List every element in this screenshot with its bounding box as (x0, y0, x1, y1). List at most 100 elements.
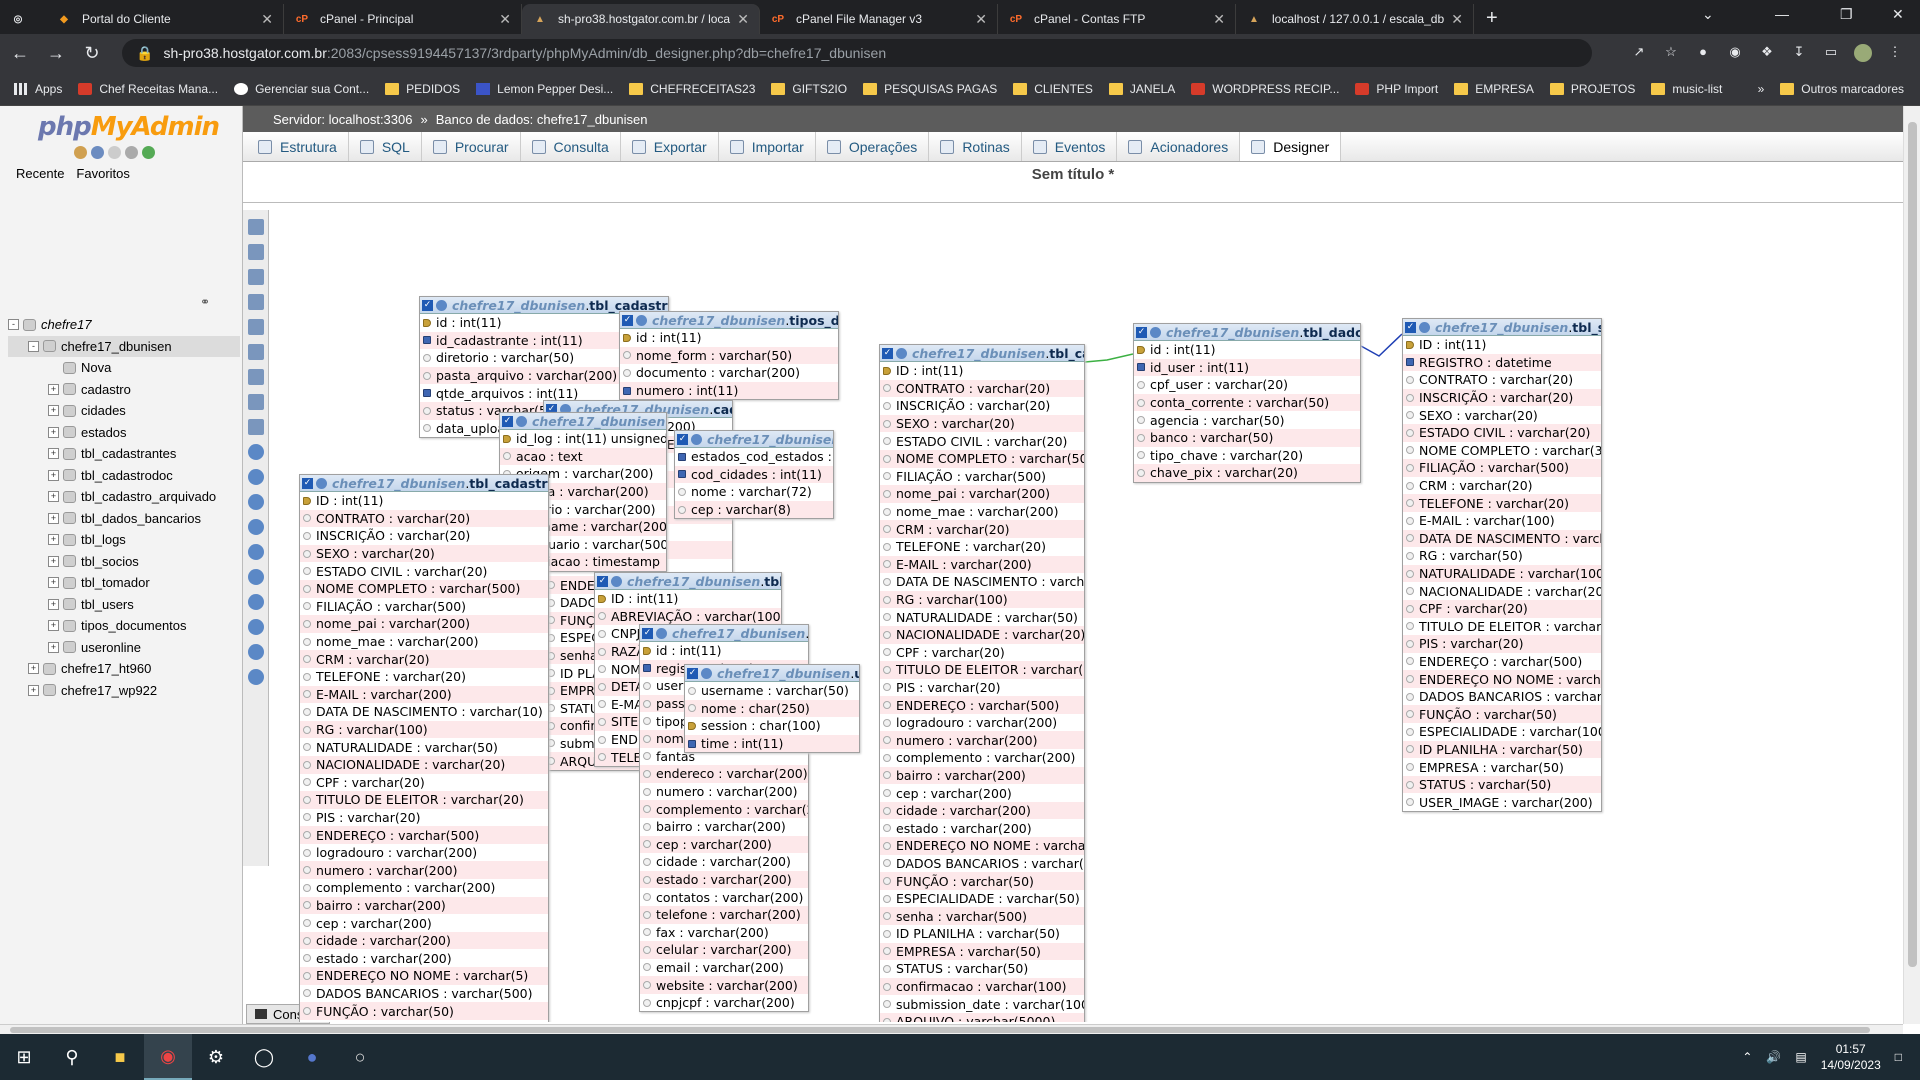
download-icon[interactable]: ↧ (1790, 44, 1808, 62)
table-column[interactable]: ID PLANILHA : varchar(50) (1403, 740, 1601, 759)
table-column[interactable]: nome_form : varchar(50) (620, 346, 838, 365)
expand-icon[interactable]: + (48, 641, 59, 653)
tab-search-icon[interactable]: ⌄ (1702, 6, 1714, 23)
tree-database-node[interactable]: - chefre17_dbunisen (8, 335, 240, 357)
table-column[interactable]: NATURALIDADE : varchar(100) (1403, 564, 1601, 583)
table-column[interactable]: ARQUIVO : varchar(5000) (880, 1012, 1084, 1022)
table-column[interactable]: NACIONALIDADE : varchar(20) (880, 625, 1084, 644)
table-column[interactable]: estado : varchar(200) (640, 870, 808, 889)
table-column[interactable]: DATA DE NASCIMENTO : varchar(10) (300, 703, 548, 721)
table-column[interactable]: telefone : varchar(200) (640, 905, 808, 924)
table-column[interactable]: ABREVIAÇÃO : varchar(100) (595, 607, 781, 626)
tab-estrutura[interactable]: Estrutura (247, 132, 349, 161)
tree-table-tbl_cadastrantes[interactable]: + tbl_cadastrantes (8, 443, 240, 465)
table-column[interactable]: CPF : varchar(20) (1403, 599, 1601, 618)
expand-icon[interactable]: + (48, 577, 59, 589)
table-column[interactable]: DADOS BANCARIOS : varchar(500) (880, 854, 1084, 873)
table-column[interactable]: estados_cod_estados : int(11) (675, 448, 833, 466)
new-tab-button[interactable]: + (1474, 7, 1510, 34)
delete-page-icon[interactable] (247, 319, 264, 335)
designer-table-tbl_cadastrantes[interactable]: ✓chefre17_dbunisen.tbl_cadastrantesID : … (879, 344, 1085, 1022)
link-icon[interactable]: ⚭ (200, 295, 210, 309)
table-column[interactable]: SEXO : varchar(20) (1403, 406, 1601, 424)
table-column[interactable]: conta_corrente : varchar(50) (1134, 393, 1360, 412)
table-column[interactable]: FUNÇÃO : varchar(50) (880, 872, 1084, 890)
toggle-checkbox-icon[interactable]: ✓ (642, 627, 653, 639)
expand-icon[interactable]: + (48, 620, 59, 632)
search-icon[interactable]: ⚲ (48, 1034, 96, 1080)
table-column[interactable]: INSCRIÇÃO : varchar(20) (880, 397, 1084, 415)
table-column[interactable]: cidade : varchar(200) (300, 931, 548, 950)
table-column[interactable]: DADOS BANCARIOS : varchar(500) (300, 984, 548, 1003)
table-column[interactable]: FILIAÇÃO : varchar(500) (300, 597, 548, 616)
table-column[interactable]: cep : varchar(200) (300, 914, 548, 932)
collapse-icon[interactable]: - (28, 340, 39, 352)
table-column[interactable]: FILIAÇÃO : varchar(500) (880, 467, 1084, 486)
table-column[interactable]: nome : char(250) (685, 699, 859, 718)
table-column[interactable]: ID PLANILHA : varchar(50) (880, 925, 1084, 943)
table-column[interactable]: EMPRESA : varchar(50) (880, 942, 1084, 961)
table-column[interactable]: banco : varchar(50) (1134, 428, 1360, 447)
build-query-icon[interactable] (247, 619, 264, 635)
table-column[interactable]: TELEFONE : varchar(20) (300, 667, 548, 686)
table-column[interactable]: SEXO : varchar(20) (300, 544, 548, 563)
table-column[interactable]: INSCRIÇÃO : varchar(20) (300, 527, 548, 545)
star-icon[interactable]: ☆ (1662, 44, 1680, 62)
table-column[interactable]: CPF : varchar(20) (300, 773, 548, 792)
table-column[interactable]: RG : varchar(50) (1403, 547, 1601, 565)
table-column[interactable]: acao : text (500, 447, 666, 466)
table-header[interactable]: ✓chefre17_dbunisen.tbl_logs (500, 413, 666, 430)
close-window-icon[interactable]: ✕ (1892, 6, 1904, 23)
expand-icon[interactable]: + (48, 448, 59, 460)
table-column[interactable]: TITULO DE ELEITOR : varchar(20) (880, 661, 1084, 679)
bookmark-item[interactable]: Gerenciar sua Cont... (234, 82, 369, 96)
back-icon[interactable]: ← (4, 43, 36, 64)
table-column[interactable]: USER_IMAGE : varchar(200) (1403, 793, 1601, 812)
file-explorer-icon[interactable]: ■ (96, 1034, 144, 1080)
steam-icon[interactable]: ⚙ (192, 1034, 240, 1080)
bookmark-item[interactable]: CHEFRECEITAS23 (629, 82, 755, 96)
table-column[interactable]: cep : varchar(200) (640, 835, 808, 854)
table-column[interactable]: email : varchar(200) (640, 958, 808, 977)
expand-icon[interactable]: + (48, 469, 59, 481)
table-column[interactable]: bairro : varchar(200) (640, 817, 808, 836)
table-column[interactable]: cnpjcpf : varchar(200) (640, 993, 808, 1012)
table-column[interactable]: ENDEREÇO NO NOME : varchar(5) (1403, 670, 1601, 688)
bookmark-item[interactable]: Lemon Pepper Desi... (476, 82, 613, 96)
table-column[interactable]: NACIONALIDADE : varchar(20) (300, 755, 548, 774)
table-column[interactable]: DADOS BANCARIOS : varchar(500) (1403, 687, 1601, 706)
app-icon[interactable]: ● (288, 1034, 336, 1080)
vertical-scrollbar[interactable] (1903, 106, 1920, 1024)
browser-tab[interactable]: ▲ localhost / 127.0.0.1 / escala_db / ✕ (1236, 4, 1474, 34)
table-column[interactable]: ESPECIALIDADE : varchar(50) (880, 889, 1084, 908)
reload-icon[interactable]: ↻ (76, 43, 108, 64)
toggle-checkbox-icon[interactable]: ✓ (502, 415, 513, 427)
tree-table-useronline[interactable]: + useronline (8, 637, 240, 659)
tree-server-node[interactable]: - chefre17 (8, 314, 240, 336)
expand-icon[interactable]: + (28, 663, 39, 675)
bookmark-item[interactable]: PEDIDOS (385, 82, 460, 96)
table-column[interactable]: ID : int(11) (595, 590, 781, 608)
table-column[interactable]: chave_pix : varchar(20) (1134, 464, 1360, 482)
app-icon[interactable]: ◯ (240, 1034, 288, 1080)
table-column[interactable]: CONTRATO : varchar(20) (880, 379, 1084, 398)
menu-icon[interactable]: ⋮ (1886, 44, 1904, 62)
close-icon[interactable]: ✕ (737, 11, 749, 28)
table-column[interactable]: PIS : varchar(20) (300, 808, 548, 827)
designer-table-tbl_dados_bancarios[interactable]: ✓chefre17_dbunisen.tbl_dados_bancariosid… (1133, 323, 1361, 483)
table-header[interactable]: ✓chefre17_dbunisen.tbl_cadastrantes (880, 345, 1084, 362)
expand-icon[interactable]: + (48, 405, 59, 417)
table-column[interactable]: cod_cidades : int(11) (675, 465, 833, 484)
table-column[interactable]: ESTADO CIVIL : varchar(20) (300, 562, 548, 580)
tab-rotinas[interactable]: Rotinas (929, 132, 1022, 161)
bookmark-item[interactable]: PHP Import (1355, 82, 1438, 96)
table-column[interactable]: logradouro : varchar(200) (300, 843, 548, 862)
start-icon[interactable]: ⊞ (0, 1034, 48, 1080)
table-column[interactable]: TELEFONE : varchar(20) (1403, 494, 1601, 512)
browser-tab[interactable]: ▲ sh-pro38.hostgator.com.br / loca ✕ (522, 4, 760, 34)
logout-icon[interactable] (91, 146, 104, 159)
browser-tab[interactable]: cP cPanel File Manager v3 ✕ (760, 4, 998, 34)
expand-icon[interactable]: + (48, 491, 59, 503)
toggle-checkbox-icon[interactable]: ✓ (422, 299, 433, 311)
table-column[interactable]: EMPRESA : varchar(50) (1403, 758, 1601, 776)
